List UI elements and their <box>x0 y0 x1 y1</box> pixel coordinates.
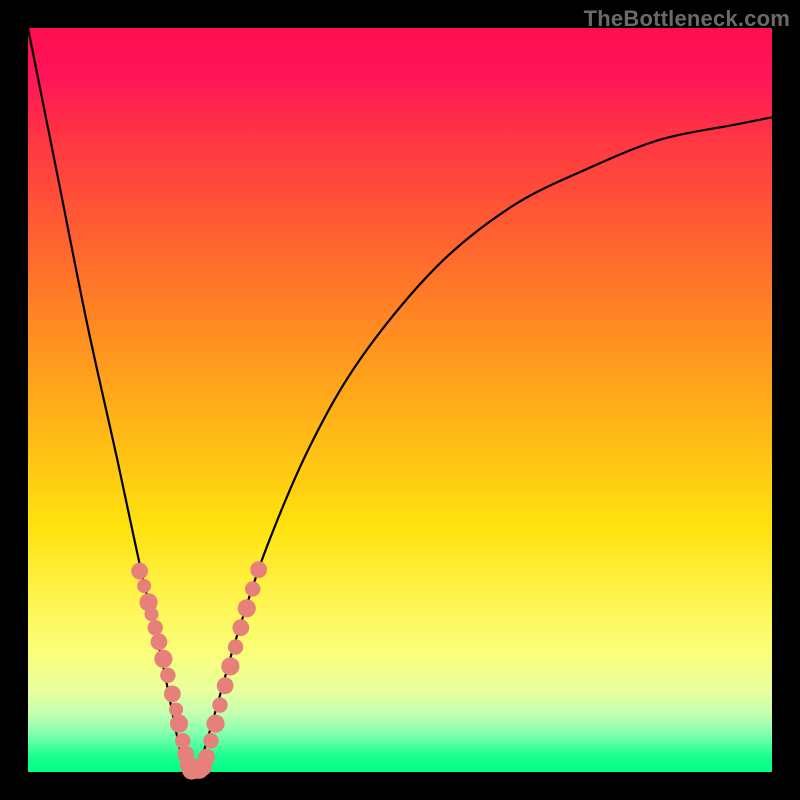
marker-dot <box>160 668 175 683</box>
marker-cluster <box>131 561 267 779</box>
bottleneck-curve <box>28 28 772 772</box>
marker-dot <box>203 733 218 748</box>
marker-dot <box>206 715 224 733</box>
marker-dot <box>232 619 249 636</box>
marker-dot <box>145 607 159 621</box>
marker-dot <box>238 599 256 617</box>
marker-dot <box>170 715 188 733</box>
marker-dot <box>212 697 227 712</box>
marker-dot <box>221 657 239 675</box>
marker-dot <box>169 703 183 717</box>
marker-dot <box>137 579 151 593</box>
marker-dot <box>198 749 215 766</box>
marker-dot <box>154 650 172 668</box>
marker-dot <box>131 563 148 580</box>
chart-svg <box>28 28 772 772</box>
chart-frame: TheBottleneck.com <box>0 0 800 800</box>
marker-dot <box>217 677 234 694</box>
watermark-text: TheBottleneck.com <box>584 6 790 32</box>
marker-dot <box>148 620 163 635</box>
marker-dot <box>228 639 243 654</box>
marker-dot <box>250 561 267 578</box>
marker-dot <box>245 581 260 596</box>
marker-dot <box>164 685 181 702</box>
marker-dot <box>151 633 168 650</box>
plot-area <box>28 28 772 772</box>
